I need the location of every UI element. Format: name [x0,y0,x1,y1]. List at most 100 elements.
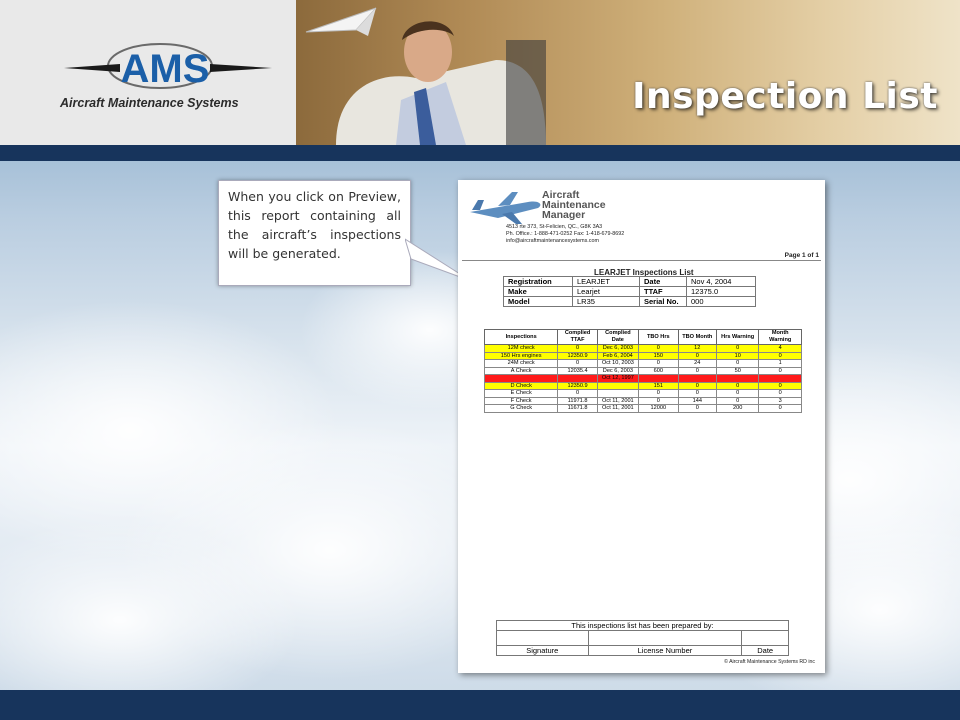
table-cell: 12 [677,344,717,353]
table-row: D Check 12350.9 151 0 0 0 [483,381,802,390]
brand-name: Aircraft Maintenance Manager [542,190,606,221]
divider [462,260,821,261]
table-cell: 12350.9 [557,351,598,360]
license-label: License Number [587,645,743,656]
table-cell: 11971.8 [557,396,598,405]
table-cell: 0 [758,351,802,360]
info-label: Serial No. [639,296,687,307]
table-cell: 600 [637,366,679,375]
table-cell [483,374,559,383]
info-label: Date [639,276,687,287]
info-label: Registration [503,276,573,287]
logo-letters: AMS [121,47,210,91]
table-cell [758,374,802,383]
column-header: Complied Date [596,329,639,345]
table-cell: 0 [758,389,802,398]
table-cell: Dec 6, 2003 [596,366,639,375]
table-row: Oct 12, 1997 [483,374,802,383]
table-cell: 24 [677,359,717,368]
table-cell: Oct 11, 2001 [596,404,639,413]
copyright: © Aircraft Maintenance Systems RD inc [724,659,815,665]
table-cell [596,389,639,398]
column-header: Month Warning [758,329,802,345]
info-value: LEARJET [572,276,640,287]
info-value: Learjet [572,286,640,297]
info-value: 000 [686,296,756,307]
address: 4513 rte 373, St-Felicien, QC., G8K 3A3 [506,224,603,230]
table-cell: 12M check [483,344,559,353]
table-cell: 50 [715,366,760,375]
table-cell: F Check [483,396,559,405]
table-cell [596,381,639,390]
table-cell: 144 [677,396,717,405]
table-cell: 0 [758,404,802,413]
table-row: 12M check 0 Dec 6, 2003 0 12 0 4 [483,344,802,353]
table-cell: 0 [715,381,760,390]
table-cell: 24M check [483,359,559,368]
table-cell [637,374,679,383]
company-contact: 4513 rte 373, St-Felicien, QC., G8K 3A3 … [506,224,624,245]
table-cell: A Check [483,366,559,375]
table-cell: 12000 [637,404,679,413]
email: info@aircraftmaintenancesystems.com [506,238,599,244]
table-cell: Oct 10, 2003 [596,359,639,368]
table-cell: Oct 11, 2001 [596,396,639,405]
license-cell [587,630,743,646]
table-cell: 3 [758,396,802,405]
table-cell: E Check [483,389,559,398]
table-cell [715,374,760,383]
table-cell: 0 [758,381,802,390]
table-cell: 0 [677,389,717,398]
table-cell: 0 [557,344,598,353]
table-cell: 0 [677,366,717,375]
table-cell: Dec 6, 2003 [596,344,639,353]
table-cell: 150 [637,351,679,360]
table-cell: 0 [677,404,717,413]
inspections-table: Inspections Complied TTAF Complied Date … [483,329,802,413]
table-row: 24M check 0 Oct 10, 2003 0 24 0 1 [483,359,802,368]
info-label: Model [503,296,573,307]
table-cell: 150 Hrs engines [483,351,559,360]
signature-cell [496,630,589,646]
column-header: TBO Month [677,329,717,345]
table-cell: 0 [715,389,760,398]
table-row: A Check 12035.4 Dec 6, 2003 600 0 50 0 [483,366,802,375]
slide: AMS Aircraft Maintenance Systems Inspect… [0,0,960,720]
prepared-by-text: This inspections list has been prepared … [496,620,789,631]
column-header: Complied TTAF [557,329,598,345]
table-cell: 0 [758,366,802,375]
table-cell: 0 [557,359,598,368]
logo-subtitle: Aircraft Maintenance Systems [60,96,239,110]
info-value: Nov 4, 2004 [686,276,756,287]
column-header: Hrs Warning [715,329,760,345]
info-value: LR35 [572,296,640,307]
table-cell: 4 [758,344,802,353]
callout-text: When you click on Preview, this report c… [228,189,401,261]
column-header: Inspections [483,329,559,345]
table-cell: 0 [715,359,760,368]
table-cell: 10 [715,351,760,360]
page-number: Page 1 of 1 [784,252,819,259]
table-cell: 0 [637,396,679,405]
signature-label: Signature [496,645,589,656]
brand-line: Manager [542,209,586,221]
bottom-bar [0,690,960,720]
table-cell: 12035.4 [557,366,598,375]
table-cell [677,374,717,383]
table-cell: 0 [677,381,717,390]
date-cell [741,630,789,646]
top-bar [0,145,960,161]
table-row: E Check 0 0 0 0 0 [483,389,802,398]
signature-table: This inspections list has been prepared … [496,620,789,656]
header: AMS Aircraft Maintenance Systems Inspect… [0,0,960,145]
table-cell: 0 [637,359,679,368]
header-photo [296,0,960,145]
table-cell: Feb 6, 2004 [596,351,639,360]
businessman-photo [305,7,546,145]
date-label: Date [741,645,789,656]
column-header: TBO Hrs [637,329,679,345]
table-cell: 11671.8 [557,404,598,413]
phone: Ph. Office.: 1-888-471-0252 Fax: 1-418-6… [506,231,625,237]
info-value: 12375.0 [686,286,756,297]
aircraft-info-table: Registration LEARJET Date Nov 4, 2004 Ma… [503,276,756,307]
